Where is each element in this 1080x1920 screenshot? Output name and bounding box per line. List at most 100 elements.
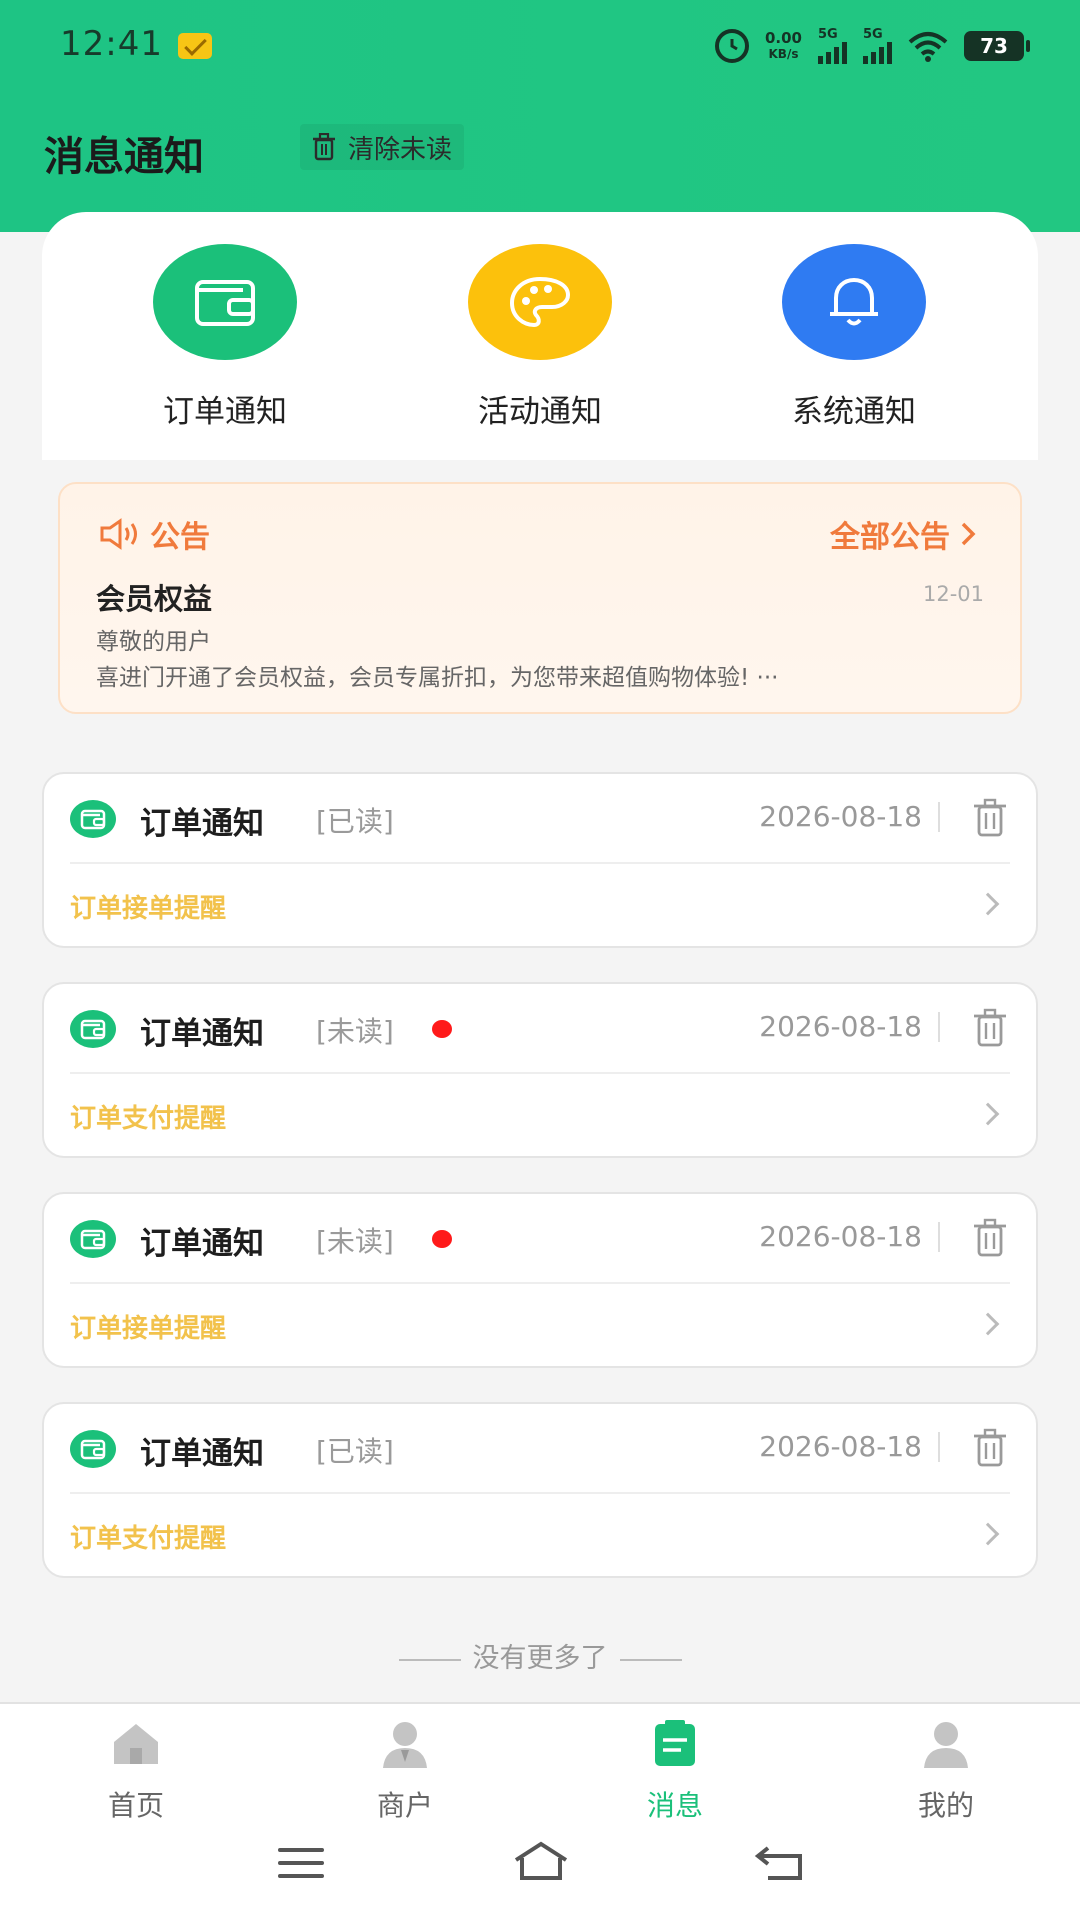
home-icon bbox=[114, 1724, 158, 1764]
wallet-icon bbox=[70, 1430, 116, 1468]
network-speed-unit: KB/s bbox=[768, 47, 799, 61]
unread-dot bbox=[432, 1230, 452, 1248]
bell-icon bbox=[782, 244, 926, 360]
tab-message[interactable]: 消息 bbox=[605, 1718, 745, 1824]
tab-label: 我的 bbox=[917, 1789, 974, 1822]
all-announcements-link[interactable]: 全部公告 bbox=[830, 512, 976, 556]
no-more-text: 没有更多了 bbox=[472, 1643, 608, 1674]
message-card[interactable]: 订单通知 [已读] 2026-08-18 订单支付提醒 bbox=[42, 1402, 1038, 1578]
unread-dot bbox=[432, 1020, 452, 1038]
page-title: 消息通知 bbox=[44, 134, 204, 180]
chevron-right-icon bbox=[961, 522, 976, 546]
announcement-header: 公告 bbox=[98, 512, 210, 556]
announcement-body: 喜进门开通了会员权益，会员专属折扣，为您带来超值购物体验! ··· bbox=[96, 665, 779, 691]
status-time: 12:41 bbox=[60, 24, 163, 64]
category-label: 系统通知 bbox=[792, 394, 916, 430]
wifi-icon bbox=[908, 30, 948, 62]
announcement-card[interactable]: 公告 全部公告 会员权益 12-01 尊敬的用户 喜进门开通了会员权益，会员专属… bbox=[58, 482, 1022, 714]
message-title: 订单通知 bbox=[140, 1436, 264, 1472]
message-icon bbox=[655, 1720, 695, 1766]
sim1-network-type: 5G bbox=[818, 27, 838, 42]
mail-notification-icon bbox=[178, 33, 212, 59]
signal-sim1: 5G bbox=[818, 28, 847, 64]
status-bar: 12:41 0.00 KB/s 5G 5G 73 bbox=[0, 0, 1080, 92]
trash-icon[interactable] bbox=[970, 1426, 1010, 1470]
message-title: 订单通知 bbox=[140, 1226, 264, 1262]
chevron-right-icon bbox=[976, 1312, 1000, 1336]
message-read-status: [已读] bbox=[316, 1435, 394, 1468]
message-date: 2026-08-18 bbox=[759, 1430, 922, 1463]
message-card[interactable]: 订单通知 [已读] 2026-08-18 订单接单提醒 bbox=[42, 772, 1038, 948]
tab-label: 消息 bbox=[646, 1789, 703, 1822]
message-header: 订单通知 [未读] 2026-08-18 bbox=[70, 984, 1010, 1074]
category-label: 订单通知 bbox=[163, 394, 287, 430]
clear-unread-label: 清除未读 bbox=[348, 134, 453, 165]
signal-bars-icon bbox=[818, 42, 847, 64]
trash-icon[interactable] bbox=[970, 1006, 1010, 1050]
battery-icon: 73 bbox=[964, 31, 1030, 61]
merchant-icon bbox=[383, 1722, 427, 1768]
message-date: 2026-08-18 bbox=[759, 1220, 922, 1253]
divider bbox=[938, 1432, 940, 1462]
message-date: 2026-08-18 bbox=[759, 1010, 922, 1043]
message-read-status: [已读] bbox=[316, 805, 394, 838]
signal-bars-icon bbox=[863, 42, 892, 64]
system-navigation-bar bbox=[0, 1838, 1080, 1898]
tab-label: 商户 bbox=[376, 1789, 433, 1822]
category-card: 订单通知 活动通知 系统通知 bbox=[42, 212, 1038, 460]
message-subtitle: 订单支付提醒 bbox=[70, 1104, 227, 1134]
tab-home[interactable]: 首页 bbox=[66, 1718, 206, 1824]
message-title: 订单通知 bbox=[140, 1016, 264, 1052]
category-activity-notice[interactable]: 活动通知 bbox=[440, 244, 640, 431]
chevron-right-icon bbox=[976, 1102, 1000, 1126]
menu-line bbox=[278, 1874, 324, 1878]
divider bbox=[938, 1012, 940, 1042]
wallet-icon bbox=[70, 1010, 116, 1048]
menu-line bbox=[278, 1861, 324, 1865]
message-read-status: [未读] bbox=[316, 1015, 394, 1048]
message-card[interactable]: 订单通知 [未读] 2026-08-18 订单接单提醒 bbox=[42, 1192, 1038, 1368]
message-subtitle: 订单接单提醒 bbox=[70, 894, 227, 924]
alarm-icon bbox=[714, 29, 749, 63]
status-indicators: 0.00 KB/s 5G 5G 73 bbox=[714, 26, 1030, 66]
wallet-icon bbox=[70, 800, 116, 838]
trash-icon[interactable] bbox=[970, 796, 1010, 840]
trash-icon bbox=[313, 133, 335, 161]
message-header: 订单通知 [已读] 2026-08-18 bbox=[70, 1404, 1010, 1494]
category-system-notice[interactable]: 系统通知 bbox=[754, 244, 954, 431]
menu-button[interactable] bbox=[278, 1848, 324, 1887]
trash-icon[interactable] bbox=[970, 1216, 1010, 1260]
tab-profile[interactable]: 我的 bbox=[876, 1718, 1016, 1824]
palette-icon bbox=[468, 244, 612, 360]
clear-unread-button[interactable]: 清除未读 bbox=[300, 124, 465, 170]
message-title: 订单通知 bbox=[140, 806, 264, 842]
message-card[interactable]: 订单通知 [未读] 2026-08-18 订单支付提醒 bbox=[42, 982, 1038, 1158]
divider bbox=[619, 1658, 682, 1661]
wallet-icon bbox=[153, 244, 297, 360]
network-speed: 0.00 KB/s bbox=[765, 30, 802, 62]
category-order-notice[interactable]: 订单通知 bbox=[125, 244, 325, 431]
back-nav-button[interactable] bbox=[754, 1842, 806, 1882]
home-nav-button[interactable] bbox=[512, 1840, 570, 1882]
menu-line bbox=[278, 1848, 324, 1852]
tab-merchant[interactable]: 商户 bbox=[335, 1718, 475, 1824]
profile-icon bbox=[924, 1722, 968, 1768]
announcement-greeting: 尊敬的用户 bbox=[96, 629, 211, 655]
message-date: 2026-08-18 bbox=[759, 800, 922, 833]
chevron-right-icon bbox=[976, 1522, 1000, 1546]
divider bbox=[938, 1222, 940, 1252]
tab-label: 首页 bbox=[107, 1789, 164, 1822]
no-more-indicator: 没有更多了 bbox=[0, 1636, 1080, 1675]
message-subtitle: 订单接单提醒 bbox=[70, 1314, 227, 1344]
signal-sim2: 5G bbox=[863, 28, 892, 64]
announcement-label: 公告 bbox=[150, 520, 210, 555]
wallet-icon bbox=[70, 1220, 116, 1258]
megaphone-icon bbox=[100, 518, 137, 550]
message-header: 订单通知 [已读] 2026-08-18 bbox=[70, 774, 1010, 864]
divider bbox=[938, 802, 940, 832]
chevron-right-icon bbox=[976, 892, 1000, 916]
all-announcements-label: 全部公告 bbox=[830, 520, 950, 555]
message-read-status: [未读] bbox=[316, 1225, 394, 1258]
message-header: 订单通知 [未读] 2026-08-18 bbox=[70, 1194, 1010, 1284]
announcement-date: 12-01 bbox=[922, 582, 984, 606]
